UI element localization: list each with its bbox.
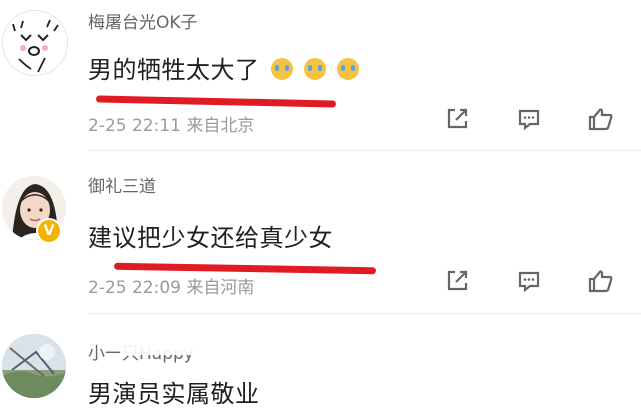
comment-item: 小一只Happy 男演员实属敬业 (0, 316, 641, 414)
verified-badge-icon: V (36, 218, 62, 244)
comment-item: V 御礼三道 建议把少女还给真少女 2-25 22:09 来自河南 (0, 152, 641, 312)
avatar[interactable] (2, 10, 68, 76)
crying-emoji-icon (336, 58, 359, 80)
comment-icon[interactable] (514, 104, 544, 134)
username-blur-mark (92, 2, 262, 14)
share-icon[interactable] (442, 104, 472, 134)
like-icon[interactable] (586, 266, 616, 296)
divider (88, 150, 641, 151)
comment-actions (0, 104, 641, 134)
comment-item: 梅屠台光OK子 男的牺牲太大了 2-25 22:11 来自北京 (0, 0, 641, 150)
comment-content: 建议把少女还给真少女 (88, 218, 333, 253)
comment-text: 男的牺牲太大了 (88, 56, 260, 84)
avatar[interactable] (2, 334, 66, 398)
crying-emoji-icon (303, 58, 326, 80)
username-blur-mark (120, 343, 230, 355)
comment-icon[interactable] (514, 266, 544, 296)
comment-list: 梅屠台光OK子 男的牺牲太大了 2-25 22:11 来自北京 V 御礼三道 建… (0, 0, 641, 414)
share-icon[interactable] (442, 266, 472, 296)
comment-content: 男演员实属敬业 (88, 374, 260, 409)
landscape-avatar-icon (2, 334, 66, 398)
comment-text: 建议把少女还给真少女 (88, 224, 333, 252)
comment-actions (0, 266, 641, 296)
comment-text: 男演员实属敬业 (88, 380, 260, 408)
username[interactable]: 御礼三道 (88, 172, 156, 197)
like-icon[interactable] (586, 104, 616, 134)
doodle-face-avatar-icon (3, 11, 67, 75)
comment-content: 男的牺牲太大了 (88, 50, 359, 85)
divider (88, 313, 641, 314)
crying-emoji-icon (270, 58, 293, 80)
